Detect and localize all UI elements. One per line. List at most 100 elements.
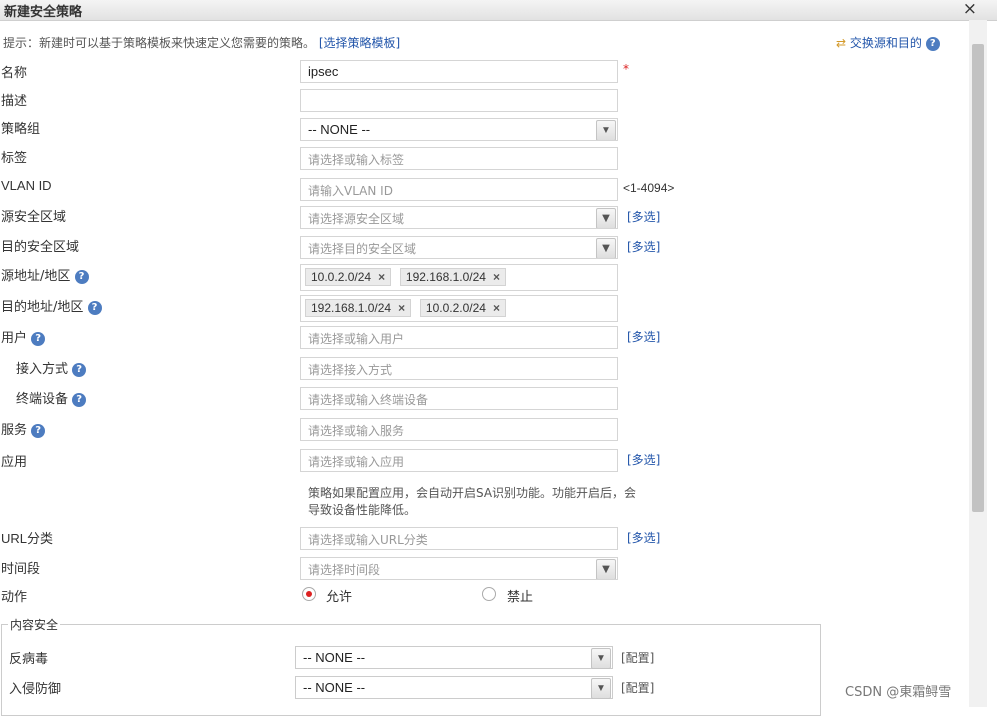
access-input[interactable]: 请选择接入方式 [300,357,618,380]
ips-select[interactable]: -- NONE -- ▼ [295,676,613,699]
chevron-down-icon[interactable]: ▼ [591,678,611,699]
dialog-titlebar: 新建安全策略 × [0,0,997,21]
dialog-title: 新建安全策略 [4,5,83,20]
policy-group-label: 策略组 [1,122,41,137]
description-label: 描述 [1,94,28,109]
time-label: 时间段 [1,562,41,577]
service-label: 服务 ? [1,419,46,438]
remove-tag-icon[interactable]: × [493,270,500,284]
service-input[interactable]: 请选择或输入服务 [300,418,618,441]
help-icon[interactable]: ? [925,36,940,51]
antivirus-select[interactable]: -- NONE -- ▼ [295,646,613,669]
src-addr-label: 源地址/地区 ? [1,265,89,284]
chevron-down-icon[interactable]: ▼ [596,120,616,140]
address-tag: 10.0.2.0/24 × [419,299,506,317]
access-label-text: 接入方式 [16,362,69,377]
action-label: 动作 [1,590,28,605]
time-select[interactable]: 请选择时间段 ▼ [300,557,618,580]
vlan-input[interactable]: 请输入VLAN ID [300,178,618,201]
ips-config-link[interactable]: [配置] [621,679,654,696]
policy-group-select[interactable]: -- NONE -- ▼ [300,118,618,141]
url-input[interactable]: 请选择或输入URL分类 [300,527,618,550]
src-addr-label-text: 源地址/地区 [1,269,71,284]
tag-input[interactable]: 请选择或输入标签 [300,147,618,170]
terminal-label-text: 终端设备 [16,392,69,407]
address-tag: 192.168.1.0/24 × [399,268,506,286]
app-input[interactable]: 请选择或输入应用 [300,449,618,472]
chevron-down-icon[interactable]: ▼ [596,208,616,228]
address-tag: 10.0.2.0/24 × [305,268,392,286]
deny-radio[interactable] [482,587,496,601]
tag-label: 标签 [1,151,28,166]
user-label-text: 用户 [1,331,28,346]
content-security-section: 内容安全 [1,616,821,716]
chevron-down-icon[interactable]: ▼ [596,238,616,258]
hint-bar: 提示：新建时可以基于策略模板来快速定义您需要的策略。 [选择策略模板] [3,34,400,51]
help-icon[interactable]: ? [72,392,87,407]
tag-text: 192.168.1.0/24 [311,301,392,315]
content-security-title: 内容安全 [8,616,61,633]
dst-addr-label-text: 目的地址/地区 [1,300,84,315]
terminal-input[interactable]: 请选择或输入终端设备 [300,387,618,410]
src-zone-select[interactable]: 请选择源安全区域 ▼ [300,206,618,229]
src-addr-input[interactable]: 10.0.2.0/24 × 192.168.1.0/24 × [300,264,618,291]
terminal-label: 终端设备 ? [16,388,87,407]
remove-tag-icon[interactable]: × [493,301,500,315]
hint-text: 提示：新建时可以基于策略模板来快速定义您需要的策略。 [3,36,316,50]
src-zone-label: 源安全区域 [1,210,67,225]
dst-zone-multi-link[interactable]: [多选] [627,238,660,255]
app-note: 策略如果配置应用，会自动开启SA识别功能。功能开启后，会导致设备性能降低。 [308,486,637,517]
help-icon[interactable]: ? [87,300,102,315]
deny-label: 禁止 [507,590,534,605]
tag-text: 10.0.2.0/24 [311,270,372,284]
name-input[interactable]: ipsec [300,60,618,83]
ips-label: 入侵防御 [9,682,62,697]
remove-tag-icon[interactable]: × [398,301,405,315]
time-placeholder: 请选择时间段 [308,563,381,577]
allow-radio[interactable] [302,587,316,601]
policy-group-value: -- NONE -- [308,122,371,137]
access-label: 接入方式 ? [16,358,87,377]
description-input[interactable] [300,89,618,112]
close-button[interactable]: × [963,0,977,19]
vertical-scrollbar[interactable] [969,20,987,707]
swap-label: 交换源和目的 [849,36,922,50]
watermark: CSDN @東霜鲟雪 [845,685,952,700]
dst-addr-label: 目的地址/地区 ? [1,296,102,315]
chevron-down-icon[interactable]: ▼ [596,559,616,579]
help-icon[interactable]: ? [31,423,46,438]
user-input[interactable]: 请选择或输入用户 [300,326,618,349]
help-icon[interactable]: ? [74,269,89,284]
service-label-text: 服务 [1,423,28,438]
allow-label: 允许 [326,590,353,605]
help-icon[interactable]: ? [31,331,46,346]
antivirus-label: 反病毒 [9,652,49,667]
help-icon[interactable]: ? [72,362,87,377]
required-mark: * [623,62,629,76]
address-tag: 192.168.1.0/24 × [305,299,412,317]
src-zone-multi-link[interactable]: [多选] [627,208,660,225]
antivirus-config-link[interactable]: [配置] [621,649,654,666]
antivirus-value: -- NONE -- [303,650,366,665]
url-label: URL分类 [1,531,54,546]
user-label: 用户 ? [1,327,46,346]
select-template-link[interactable]: [选择策略模板] [319,36,400,50]
src-zone-placeholder: 请选择源安全区域 [308,212,405,226]
dst-addr-input[interactable]: 192.168.1.0/24 × 10.0.2.0/24 × [300,295,618,322]
app-multi-link[interactable]: [多选] [627,451,660,468]
vlan-range-hint: <1-4094> [623,181,675,195]
scrollbar-thumb[interactable] [972,44,984,512]
tag-text: 10.0.2.0/24 [425,301,486,315]
user-multi-link[interactable]: [多选] [627,328,660,345]
swap-src-dst-link[interactable]: ⇄ 交换源和目的 ? [836,34,940,51]
swap-icon: ⇄ [836,36,847,50]
name-label: 名称 [1,66,28,81]
vlan-label: VLAN ID [1,178,52,193]
remove-tag-icon[interactable]: × [378,270,385,284]
url-multi-link[interactable]: [多选] [627,529,660,546]
chevron-down-icon[interactable]: ▼ [591,648,611,669]
dst-zone-placeholder: 请选择目的安全区域 [308,242,417,256]
tag-text: 192.168.1.0/24 [405,270,486,284]
dst-zone-select[interactable]: 请选择目的安全区域 ▼ [300,236,618,259]
app-label: 应用 [1,455,28,470]
